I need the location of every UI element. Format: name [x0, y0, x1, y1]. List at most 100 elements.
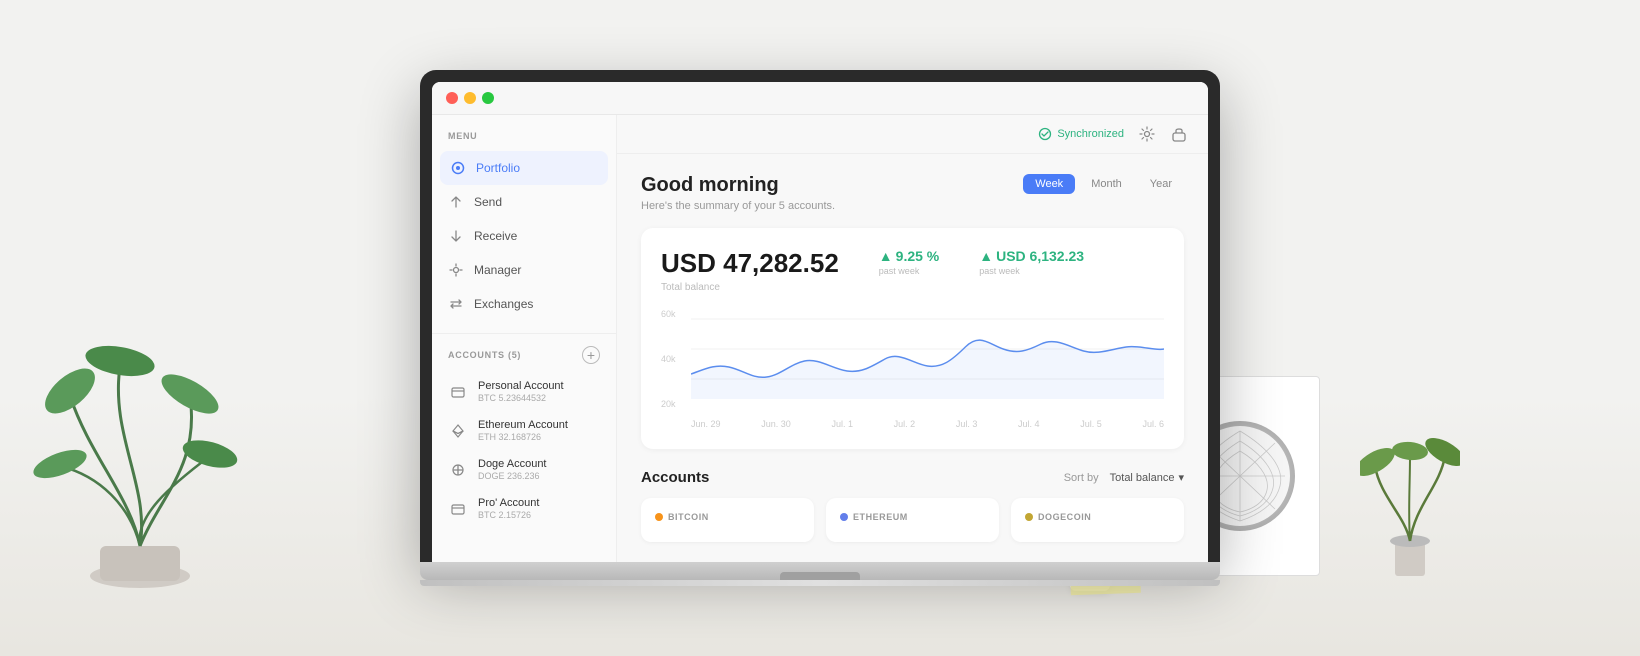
x-label-3: Jul. 2 [894, 419, 916, 429]
ethereum-account-icon [448, 421, 468, 441]
app-window: MENU Portfolio [432, 82, 1208, 562]
manager-label: Manager [474, 263, 521, 277]
send-icon [448, 194, 464, 210]
account-item-doge[interactable]: Doge Account DOGE 236.236 [432, 450, 616, 489]
ethereum-account-info: Ethereum Account ETH 32.168726 [478, 419, 600, 442]
x-label-6: Jul. 5 [1080, 419, 1102, 429]
accounts-section: Accounts Sort by Total balance ▾ [641, 469, 1184, 542]
exchanges-label: Exchanges [474, 297, 533, 311]
menu-label: MENU [432, 131, 616, 151]
ethereum-dot [840, 513, 848, 521]
laptop: MENU Portfolio [420, 70, 1220, 586]
dogecoin-label: DOGECOIN [1025, 512, 1170, 522]
balance-amount: USD 47,282.52 [661, 248, 839, 279]
y-label-60k: 60k [661, 309, 676, 319]
window-controls [432, 82, 1208, 115]
accounts-section-header: Accounts Sort by Total balance ▾ [641, 469, 1184, 486]
sidebar-divider [432, 333, 616, 334]
stat-usd-label: past week [979, 266, 1084, 276]
x-label-4: Jul. 3 [956, 419, 978, 429]
maximize-button[interactable] [482, 92, 494, 104]
account-card-dogecoin[interactable]: DOGECOIN [1011, 498, 1184, 542]
tab-year[interactable]: Year [1138, 174, 1184, 194]
laptop-base [420, 562, 1220, 580]
account-item-personal[interactable]: Personal Account BTC 5.23644532 [432, 372, 616, 411]
ethereum-account-sub: ETH 32.168726 [478, 432, 600, 442]
send-label: Send [474, 195, 502, 209]
pro-account-info: Pro' Account BTC 2.15726 [478, 497, 600, 520]
chart-x-labels: Jun. 29 Jun. 30 Jul. 1 Jul. 2 Jul. 3 Jul… [691, 419, 1164, 429]
doge-account-icon [448, 460, 468, 480]
exchanges-icon [448, 296, 464, 312]
settings-icon[interactable] [1138, 125, 1156, 143]
plant-right [1360, 386, 1460, 591]
manager-icon [448, 262, 464, 278]
accounts-header: ACCOUNTS (5) + [432, 346, 616, 372]
sidebar-item-portfolio[interactable]: Portfolio [440, 151, 608, 185]
ethereum-label: ETHEREUM [840, 512, 985, 522]
sort-button[interactable]: Sort by Total balance ▾ [1064, 471, 1184, 484]
doge-account-name: Doge Account [478, 458, 600, 470]
stat-percent-label: past week [879, 266, 939, 276]
greeting-section: Good morning Here's the summary of your … [641, 174, 835, 212]
personal-account-sub: BTC 5.23644532 [478, 393, 600, 403]
personal-account-icon [448, 382, 468, 402]
tab-month[interactable]: Month [1079, 174, 1134, 194]
plant-left [30, 216, 250, 596]
laptop-notch [780, 572, 860, 580]
close-button[interactable] [446, 92, 458, 104]
top-bar: Synchronized [617, 115, 1208, 154]
laptop-screen-outer: MENU Portfolio [420, 70, 1220, 562]
balance-section: USD 47,282.52 Total balance [661, 248, 839, 293]
dashboard: Good morning Here's the summary of your … [617, 154, 1208, 562]
minimize-button[interactable] [464, 92, 476, 104]
sync-status: Synchronized [1038, 127, 1124, 141]
lock-icon[interactable] [1170, 125, 1188, 143]
x-label-1: Jun. 30 [761, 419, 791, 429]
sort-chevron: ▾ [1178, 471, 1184, 484]
x-label-7: Jul. 6 [1142, 419, 1164, 429]
chart-header: USD 47,282.52 Total balance ▲ 9.25 % pas… [661, 248, 1164, 293]
account-card-ethereum[interactable]: ETHEREUM [826, 498, 999, 542]
add-account-button[interactable]: + [582, 346, 600, 364]
greeting-row: Good morning Here's the summary of your … [641, 174, 1184, 212]
sort-value: Total balance [1110, 472, 1175, 484]
sidebar: MENU Portfolio [432, 115, 617, 562]
greeting-title: Good morning [641, 174, 835, 197]
chart-area: 60k 40k 20k [661, 309, 1164, 429]
account-item-pro[interactable]: Pro' Account BTC 2.15726 [432, 489, 616, 528]
sidebar-item-manager[interactable]: Manager [432, 253, 616, 287]
portfolio-icon [450, 160, 466, 176]
bitcoin-label: BITCOIN [655, 512, 800, 522]
sidebar-item-exchanges[interactable]: Exchanges [432, 287, 616, 321]
doge-account-sub: DOGE 236.236 [478, 471, 600, 481]
stat-usd: ▲ USD 6,132.23 past week [979, 248, 1084, 276]
chart-card: USD 47,282.52 Total balance ▲ 9.25 % pas… [641, 228, 1184, 449]
y-label-20k: 20k [661, 399, 676, 409]
time-tabs: Week Month Year [1023, 174, 1184, 194]
dogecoin-dot [1025, 513, 1033, 521]
ethereum-account-name: Ethereum Account [478, 419, 600, 431]
sidebar-item-send[interactable]: Send [432, 185, 616, 219]
chart-y-labels: 60k 40k 20k [661, 309, 676, 409]
account-card-bitcoin[interactable]: BITCOIN [641, 498, 814, 542]
x-label-0: Jun. 29 [691, 419, 721, 429]
pro-account-name: Pro' Account [478, 497, 600, 509]
tab-week[interactable]: Week [1023, 174, 1075, 194]
balance-label: Total balance [661, 282, 839, 293]
greeting-subtitle: Here's the summary of your 5 accounts. [641, 200, 835, 212]
main-content: Synchronized [617, 115, 1208, 562]
bitcoin-dot [655, 513, 663, 521]
portfolio-label: Portfolio [476, 161, 520, 175]
stat-usd-value: ▲ USD 6,132.23 [979, 248, 1084, 264]
account-item-ethereum[interactable]: Ethereum Account ETH 32.168726 [432, 411, 616, 450]
stat-percent: ▲ 9.25 % past week [879, 248, 939, 276]
sort-by-label: Sort by [1064, 472, 1099, 484]
laptop-foot [420, 580, 1220, 586]
sync-label: Synchronized [1057, 128, 1124, 140]
doge-account-info: Doge Account DOGE 236.236 [478, 458, 600, 481]
accounts-section-title: Accounts [641, 469, 709, 486]
account-cards: BITCOIN ETHEREUM [641, 498, 1184, 542]
sidebar-item-receive[interactable]: Receive [432, 219, 616, 253]
x-label-5: Jul. 4 [1018, 419, 1040, 429]
